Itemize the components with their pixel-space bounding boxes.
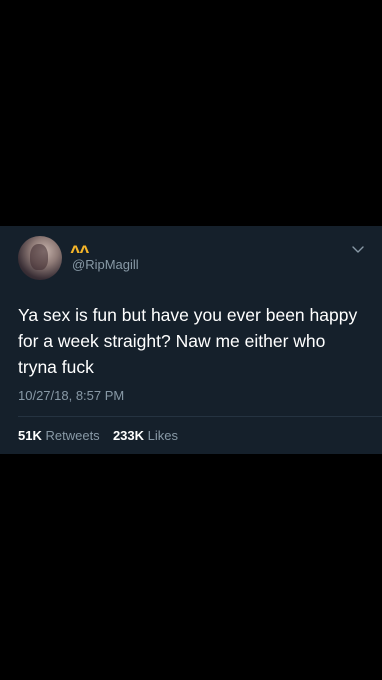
- likes-stat[interactable]: 233K Likes: [113, 428, 178, 443]
- divider: [18, 416, 382, 417]
- likes-label: Likes: [147, 428, 178, 443]
- display-name-glyph: ʌʌ: [70, 240, 90, 256]
- likes-count: 233K: [112, 428, 145, 443]
- retweets-count: 51K: [18, 428, 42, 443]
- avatar[interactable]: [18, 236, 62, 280]
- tweet-card[interactable]: ʌʌ @RipMagill Ya sex is fun but have you…: [0, 226, 382, 454]
- screen: ʌʌ @RipMagill Ya sex is fun but have you…: [0, 0, 382, 680]
- tweet-timestamp[interactable]: 10/27/18, 8:57 PM: [18, 388, 124, 404]
- tweet-text: Ya sex is fun but have you ever been hap…: [18, 305, 358, 377]
- retweets-stat[interactable]: 51K Retweets: [18, 428, 103, 443]
- retweets-label: Retweets: [45, 428, 100, 443]
- engagement-stats: 51K Retweets 233K Likes: [18, 428, 178, 444]
- chevron-down-icon[interactable]: [352, 246, 364, 254]
- user-handle[interactable]: @RipMagill: [72, 257, 139, 273]
- display-name[interactable]: ʌʌ: [70, 240, 90, 256]
